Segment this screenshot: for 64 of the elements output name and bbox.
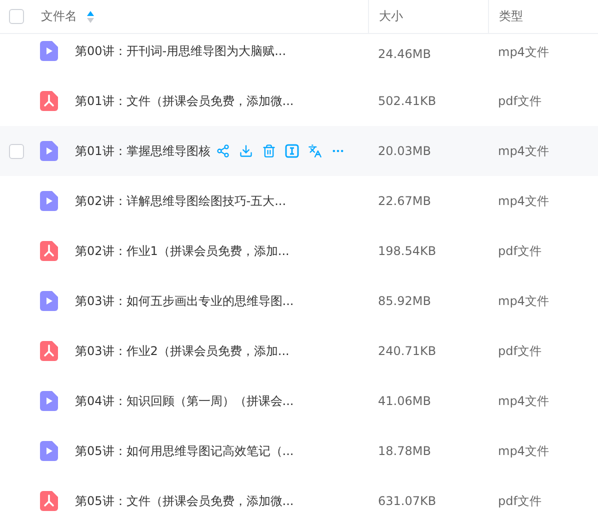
file-type: pdf文件 [497,342,542,360]
column-header-cell[interactable]: 大小 [368,0,488,33]
file-size: 502.41KB [377,94,438,108]
column-header[interactable]: 文件名 [41,8,77,25]
rename-icon[interactable] [285,144,300,158]
file-row[interactable]: 第01讲：文件（拼课会员免费，添加微... 502.41KB pdf文件 [0,76,598,126]
file-type: mp4文件 [497,142,550,160]
translate-icon[interactable] [308,144,322,158]
select-all-checkbox[interactable] [9,9,24,24]
file-type: mp4文件 [497,44,550,61]
pdf-file-icon [40,341,58,361]
delete-icon[interactable] [262,144,276,158]
video-file-icon [40,291,58,311]
file-size: 631.07KB [377,494,438,508]
file-size: 85.92MB [377,294,432,308]
file-row[interactable]: 第01讲：掌握思维导图核 20.03MB mp4文件 [0,126,598,176]
file-type: mp4文件 [497,392,550,410]
file-type: mp4文件 [497,442,550,460]
video-file-icon [40,41,58,61]
video-file-icon [40,441,58,461]
pdf-file-icon [40,91,58,111]
column-header[interactable]: 类型 [499,8,523,25]
file-name[interactable]: 第01讲：文件（拼课会员免费，添加微... [75,92,294,110]
download-icon[interactable] [239,144,254,158]
file-row[interactable]: 第03讲：如何五步画出专业的思维导图... 85.92MB mp4文件 [0,276,598,326]
file-name[interactable]: 第02讲：作业1（拼课会员免费，添加... [75,242,290,260]
column-header-cell[interactable]: 文件名 [32,0,368,33]
video-file-icon [40,391,58,411]
file-size: 20.03MB [377,144,432,158]
file-name[interactable]: 第05讲：如何用思维导图记高效笔记（... [75,442,294,460]
file-name[interactable]: 第02讲：详解思维导图绘图技巧-五大... [75,192,286,210]
file-type: mp4文件 [497,192,550,210]
video-file-icon [40,191,58,211]
file-size: 41.06MB [377,394,432,408]
file-name[interactable]: 第01讲：掌握思维导图核 [75,142,210,160]
video-file-icon [40,141,58,161]
file-name[interactable]: 第04讲：知识回顾（第一周）（拼课会... [75,392,294,410]
column-header-cell[interactable]: 类型 [488,0,598,33]
file-row[interactable]: 第02讲：作业1（拼课会员免费，添加... 198.54KB pdf文件 [0,226,598,276]
file-name[interactable]: 第05讲：文件（拼课会员免费，添加微... [75,492,294,510]
file-type: pdf文件 [497,242,542,260]
file-size: 24.46MB [377,47,432,61]
row-checkbox[interactable] [9,144,24,158]
pdf-file-icon [40,491,58,511]
file-size: 22.67MB [377,194,432,208]
share-icon[interactable] [216,144,230,158]
file-row[interactable]: 第00讲：开刊词-用思维导图为大脑赋... 24.46MB mp4文件 [0,34,598,76]
file-name[interactable]: 第03讲：如何五步画出专业的思维导图... [75,292,294,310]
file-row[interactable]: 第02讲：详解思维导图绘图技巧-五大... 22.67MB mp4文件 [0,176,598,226]
file-row[interactable]: 第04讲：知识回顾（第一周）（拼课会... 41.06MB mp4文件 [0,376,598,426]
file-name[interactable]: 第03讲：作业2（拼课会员免费，添加... [75,342,290,360]
file-row[interactable]: 第05讲：文件（拼课会员免费，添加微... 631.07KB pdf文件 [0,476,598,525]
file-row[interactable]: 第05讲：如何用思维导图记高效笔记（... 18.78MB mp4文件 [0,426,598,476]
sort-icon[interactable] [87,10,94,22]
file-type: mp4文件 [497,292,550,310]
column-header[interactable]: 大小 [379,8,403,25]
file-size: 18.78MB [377,444,432,458]
file-row[interactable]: 第03讲：作业2（拼课会员免费，添加... 240.71KB pdf文件 [0,326,598,376]
pdf-file-icon [40,241,58,261]
file-type: pdf文件 [497,492,542,510]
file-size: 198.54KB [377,244,438,258]
file-name[interactable]: 第00讲：开刊词-用思维导图为大脑赋... [75,42,286,60]
file-size: 240.71KB [377,344,438,358]
file-type: pdf文件 [497,92,542,110]
